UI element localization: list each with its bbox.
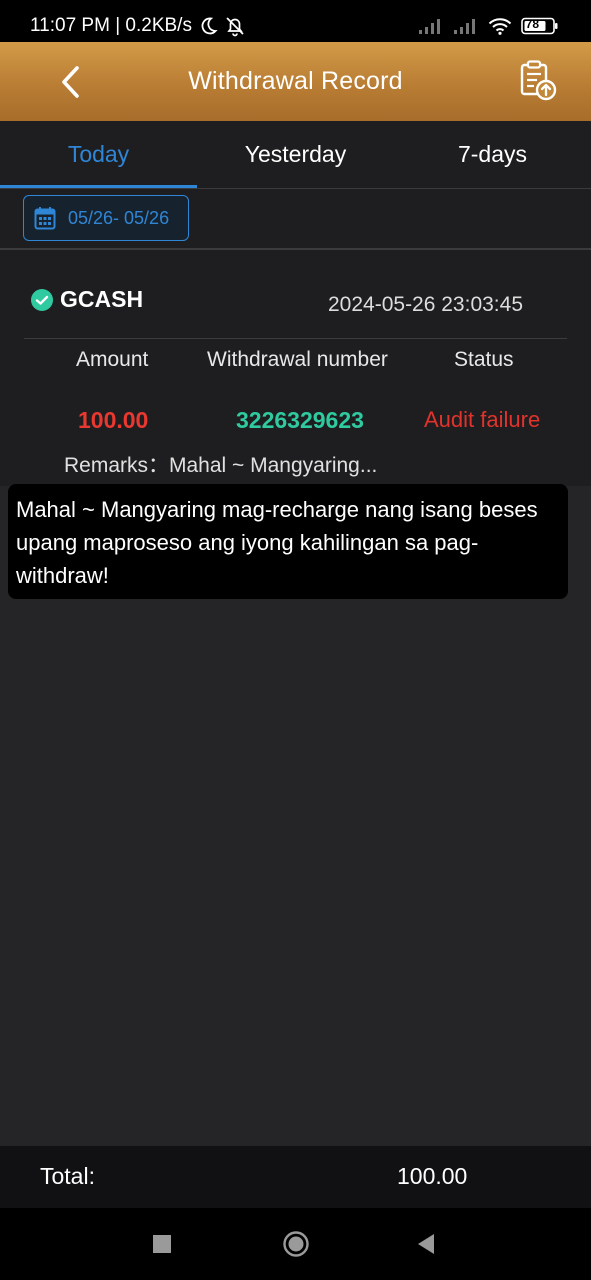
wifi-icon [488,17,512,35]
amount-header: Amount [76,348,149,371]
total-bar: Total: 100.00 [0,1146,591,1208]
nav-back-button[interactable] [413,1231,439,1257]
amount-value: 100.00 [78,407,149,433]
remarks-tooltip: Mahal ~ Mangyaring mag-recharge nang isa… [8,484,568,599]
status-value: Audit failure [424,407,541,432]
status-left: 11:07 PM | 0.2KB/s [30,15,246,37]
circle-home-icon [283,1231,309,1257]
system-nav-bar [0,1208,591,1280]
signal-icon [453,17,479,35]
home-button[interactable] [281,1229,311,1259]
tab-7-days[interactable]: 7-days [394,121,591,188]
tab-today[interactable]: Today [0,121,197,188]
withdrawal-record-card[interactable]: GCASH 2024-05-26 23:03:45 Amount Withdra… [0,250,591,486]
signal-icon [418,17,444,35]
back-button[interactable] [52,62,88,102]
gcash-logo-icon [31,288,53,311]
clipboard-upload-button[interactable] [519,59,559,103]
provider-name: GCASH [60,286,144,312]
withdrawal-number-header: Withdrawal number [207,348,388,371]
date-range-text: 05/26- 05/26 [68,207,170,228]
total-label: Total: [40,1163,95,1189]
moon-icon [198,16,218,36]
divider [24,338,567,339]
date-range-picker[interactable]: 05/26- 05/26 [23,195,189,241]
battery-level: 78 [525,17,539,31]
square-recents-icon [153,1235,171,1253]
remarks-text[interactable]: Remarks：Mahal ~ Mangyaring... [64,449,377,479]
clipboard-upload-icon [520,60,557,101]
provider-header: GCASH [30,286,143,313]
recents-button[interactable] [150,1232,174,1256]
status-right: 78 [418,17,559,35]
filter-area: 05/26- 05/26 [0,189,591,248]
triangle-back-icon [418,1234,434,1254]
header: Withdrawal Record [0,42,591,121]
back-arrow-icon [62,66,79,98]
screen: 11:07 PM | 0.2KB/s 78 Withdrawal Record … [0,0,591,1280]
bell-off-icon [224,15,246,37]
record-datetime: 2024-05-26 23:03:45 [328,293,523,316]
calendar-icon [34,207,56,230]
total-value: 100.00 [397,1163,468,1189]
status-time-speed: 11:07 PM | 0.2KB/s [30,15,192,36]
tab-yesterday[interactable]: Yesterday [197,121,394,188]
withdrawal-number-value: 3226329623 [236,407,364,433]
page-title: Withdrawal Record [188,67,403,95]
status-header: Status [454,348,514,371]
tab-bar: Today Yesterday 7-days [0,121,591,188]
